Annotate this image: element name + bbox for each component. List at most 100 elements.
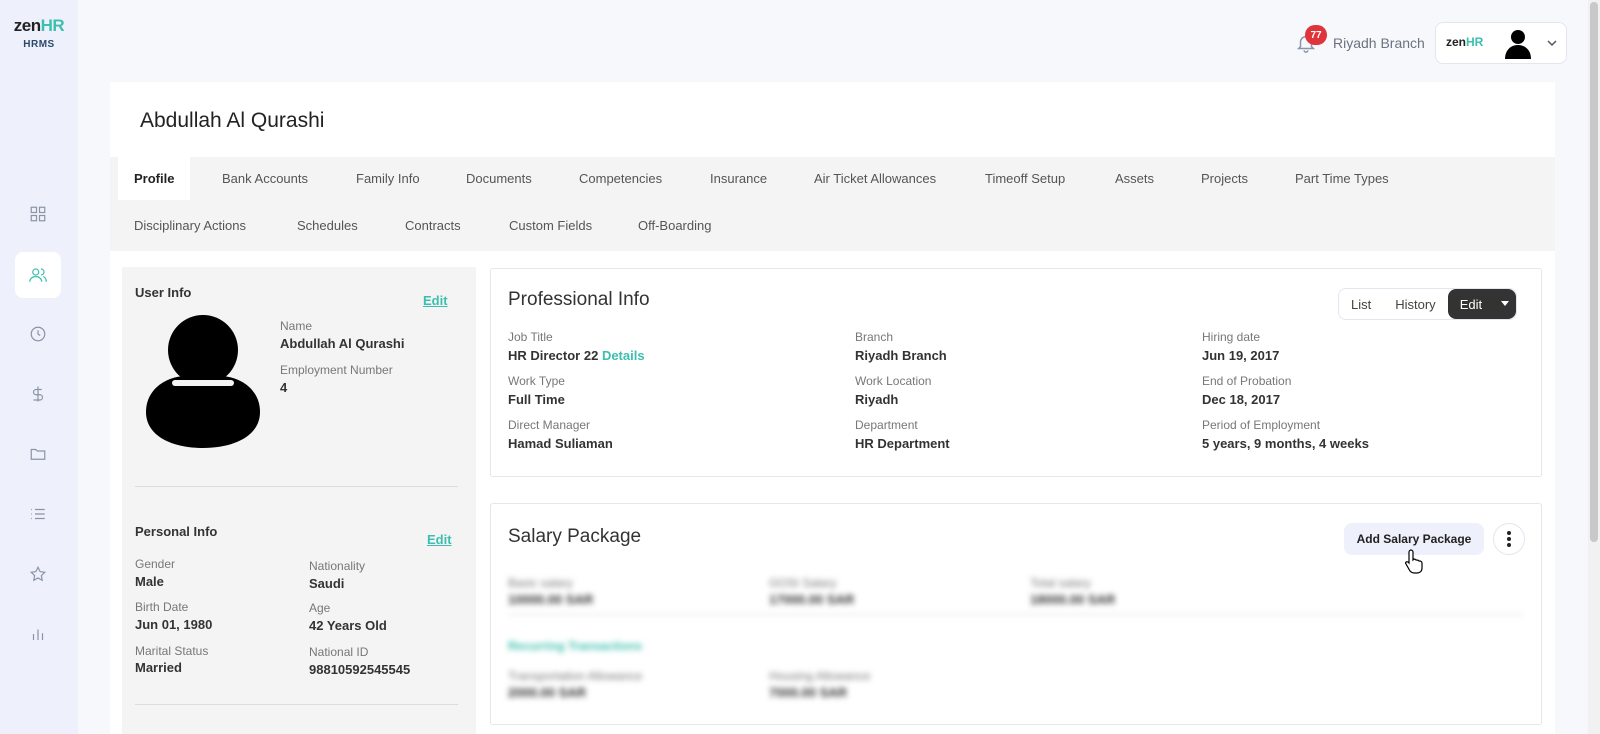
personal-info-title: Personal Info — [135, 524, 218, 539]
company-logo-accent: HR — [1466, 35, 1484, 49]
total-salary-value: 18000.00 SAR — [1030, 592, 1116, 607]
chevron-down-icon — [1547, 40, 1557, 47]
vertical-dots-icon — [1507, 531, 1511, 547]
period-of-employment-value: 5 years, 9 months, 4 weeks — [1202, 436, 1369, 451]
marital-status-value: Married — [135, 660, 182, 675]
company-logo-word: zen — [1446, 35, 1467, 49]
name-label: Name — [280, 319, 313, 333]
employee-name-title: Abdullah Al Qurashi — [140, 109, 325, 132]
sidebar-item-employees[interactable] — [15, 252, 61, 298]
user-avatar-icon — [1505, 30, 1531, 59]
direct-manager-value: Hamad Suliaman — [508, 436, 613, 451]
current-branch[interactable]: Riyadh Branch — [1333, 35, 1425, 51]
work-type-value: Full Time — [508, 392, 565, 407]
job-details-link[interactable]: Details — [602, 348, 645, 363]
direct-manager-label: Direct Manager — [508, 418, 591, 432]
bar-chart-icon — [32, 629, 44, 640]
sidebar-item-lists[interactable] — [15, 491, 61, 537]
tab-timeoff-setup[interactable]: Timeoff Setup — [969, 157, 1081, 200]
work-type-label: Work Type — [508, 374, 565, 388]
section-divider — [135, 704, 458, 705]
star-icon — [29, 565, 47, 582]
employment-number-label: Employment Number — [280, 363, 393, 377]
basic-salary-value: 10000.00 SAR — [508, 592, 594, 607]
name-value: Abdullah Al Qurashi — [280, 336, 405, 351]
gender-value: Male — [135, 574, 164, 589]
section-divider — [135, 486, 458, 487]
job-title-value: HR Director 22 Details — [508, 348, 645, 363]
age-value: 42 Years Old — [309, 618, 387, 633]
more-options-button[interactable] — [1493, 523, 1525, 555]
tab-air-ticket-allowances[interactable]: Air Ticket Allowances — [798, 157, 952, 200]
grid-icon — [30, 206, 46, 222]
period-of-employment-label: Period of Employment — [1202, 418, 1321, 432]
edit-personal-info-link[interactable]: Edit — [427, 532, 452, 547]
sidebar-item-favorites[interactable] — [15, 551, 61, 597]
scrollbar-thumb[interactable] — [1590, 2, 1598, 542]
sidebar: zenHR HRMS — [0, 0, 78, 734]
nationality-label: Nationality — [309, 559, 366, 573]
tab-disciplinary-actions[interactable]: Disciplinary Actions — [118, 204, 262, 247]
birth-date-label: Birth Date — [135, 600, 189, 614]
housing-allowance-value: 7000.00 SAR — [769, 685, 848, 700]
job-title-text: HR Director 22 — [508, 348, 599, 363]
end-of-probation-label: End of Probation — [1202, 374, 1292, 388]
national-id-value: 98810592545545 — [309, 662, 411, 677]
professional-info-actions: List History Edit — [1338, 288, 1518, 320]
folder-icon — [30, 448, 46, 460]
gender-label: Gender — [135, 557, 176, 571]
sidebar-item-documents[interactable] — [15, 431, 61, 477]
account-switcher[interactable]: zenHR — [1435, 22, 1567, 64]
tab-custom-fields[interactable]: Custom Fields — [493, 204, 608, 247]
marital-status-label: Marital Status — [135, 644, 209, 658]
tab-part-time-types[interactable]: Part Time Types — [1279, 157, 1405, 200]
tab-insurance[interactable]: Insurance — [694, 157, 783, 200]
list-button[interactable]: List — [1339, 289, 1383, 319]
logo-word-accent: HR — [40, 16, 65, 35]
user-avatar-placeholder-icon — [146, 315, 260, 448]
page-scrollbar[interactable] — [1588, 0, 1600, 734]
tab-bank-accounts[interactable]: Bank Accounts — [206, 157, 324, 200]
gosi-salary-label: GOSI Salary — [769, 576, 837, 590]
tab-projects[interactable]: Projects — [1185, 157, 1264, 200]
work-location-value: Riyadh — [855, 392, 899, 407]
tab-schedules[interactable]: Schedules — [281, 204, 374, 247]
user-info-title: User Info — [135, 285, 192, 300]
tab-assets[interactable]: Assets — [1099, 157, 1170, 200]
edit-dropdown-toggle[interactable] — [1494, 289, 1517, 319]
gosi-salary-value: 17000.00 SAR — [769, 592, 855, 607]
tab-off-boarding[interactable]: Off-Boarding — [622, 204, 727, 247]
age-label: Age — [309, 601, 331, 615]
hand-cursor-icon — [1405, 549, 1423, 574]
history-button[interactable]: History — [1383, 289, 1447, 319]
zenhr-logo[interactable]: zenHR HRMS — [0, 16, 78, 50]
logo-subtitle: HRMS — [23, 39, 55, 50]
sidebar-item-time[interactable] — [15, 311, 61, 357]
total-salary-label: Total salary — [1030, 576, 1091, 590]
tab-profile[interactable]: Profile — [118, 157, 191, 200]
sidebar-item-payroll[interactable] — [15, 371, 61, 417]
work-location-label: Work Location — [855, 374, 932, 388]
salary-package-title: Salary Package — [508, 526, 642, 547]
tab-competencies[interactable]: Competencies — [563, 157, 678, 200]
department-label: Department — [855, 418, 918, 432]
national-id-label: National ID — [309, 645, 369, 659]
employment-number-value: 4 — [280, 380, 288, 395]
sidebar-item-dashboard[interactable] — [15, 191, 61, 237]
users-icon — [29, 268, 47, 282]
basic-salary-label: Basic salary — [508, 576, 573, 590]
tab-contracts[interactable]: Contracts — [389, 204, 477, 247]
edit-button[interactable]: Edit — [1447, 289, 1495, 319]
notification-badge[interactable]: 77 — [1305, 25, 1327, 45]
tab-documents[interactable]: Documents — [450, 157, 548, 200]
sidebar-item-reports[interactable] — [15, 611, 61, 657]
edit-user-info-link[interactable]: Edit — [423, 293, 448, 308]
nationality-value: Saudi — [309, 576, 345, 591]
profile-tabs: Profile Bank Accounts Family Info Docume… — [110, 157, 1555, 251]
clock-icon — [30, 326, 46, 342]
caret-down-icon — [1501, 301, 1510, 306]
end-of-probation-value: Dec 18, 2017 — [1202, 392, 1281, 407]
tab-family-info[interactable]: Family Info — [340, 157, 436, 200]
dollar-icon — [32, 386, 44, 402]
logo-word: zen — [13, 16, 41, 35]
